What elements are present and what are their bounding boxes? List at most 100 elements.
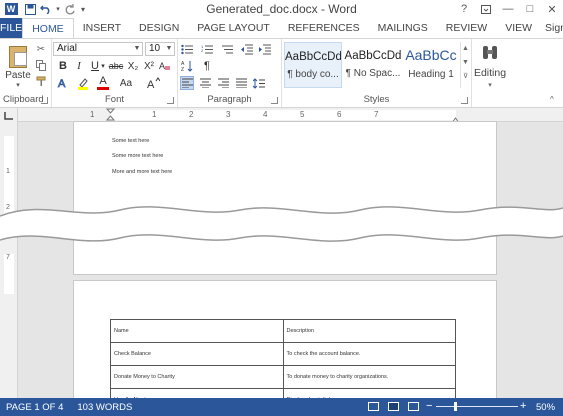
ruler-margin-area [110, 110, 456, 120]
font-launcher-icon[interactable] [167, 97, 174, 104]
table-cell[interactable]: To check the account balance. [282, 342, 456, 366]
title-bar: W ▾ ▾ Generated_doc.docx - Word ? — □ ✕ [0, 0, 563, 18]
ruler-tick: 1 [152, 110, 157, 119]
table-cell[interactable]: To donate money to charity organizations… [282, 365, 456, 389]
window-controls: ? — □ ✕ [453, 0, 563, 18]
table-cell[interactable]: Name [110, 319, 284, 343]
tab-references[interactable]: REFERENCES [279, 18, 369, 38]
highlight-icon[interactable] [76, 76, 90, 90]
show-formatting-icon[interactable]: ¶ [200, 59, 214, 73]
font-size-box[interactable]: 10 ▼ [145, 42, 175, 56]
maximize-button[interactable]: □ [519, 0, 541, 18]
zoom-slider[interactable] [436, 406, 518, 407]
change-case-button[interactable]: Aa [116, 76, 136, 90]
zoom-level[interactable]: 50% [536, 402, 555, 413]
document-paragraph[interactable]: Some more text here [112, 153, 163, 159]
svg-text:2: 2 [201, 48, 204, 53]
zoom-in-button[interactable]: + [520, 400, 526, 412]
font-color-button[interactable]: A [96, 76, 110, 90]
sort-icon[interactable]: AZ [180, 59, 194, 73]
clipboard-launcher-icon[interactable] [41, 97, 48, 104]
collapse-ribbon-icon[interactable]: ^ [550, 95, 554, 104]
tab-page-layout[interactable]: PAGE LAYOUT [188, 18, 279, 38]
print-layout-icon[interactable] [388, 402, 399, 411]
web-layout-icon[interactable] [408, 402, 419, 411]
copy-icon[interactable] [34, 58, 48, 72]
document-page-2[interactable]: Name Description Check Balance To check … [73, 280, 497, 412]
align-left-icon[interactable] [180, 76, 194, 90]
underline-dropdown-icon[interactable]: ▾ [99, 59, 107, 73]
decrease-indent-icon[interactable] [240, 42, 254, 56]
tab-home[interactable]: HOME [22, 18, 74, 38]
word-count[interactable]: 103 WORDS [63, 402, 132, 413]
vertical-ruler-tick: 1 [6, 168, 10, 175]
svg-text:A: A [58, 78, 66, 89]
font-name-box[interactable]: Arial ▼ [53, 42, 143, 56]
style-body-copy[interactable]: AaBbCcDd ¶ body co... [284, 42, 342, 88]
document-paragraph[interactable]: Some text here [112, 138, 149, 144]
justify-icon[interactable] [234, 76, 248, 90]
minimize-button[interactable]: — [497, 0, 519, 18]
table-cell[interactable]: Check Balance [110, 342, 284, 366]
table-row: Check Balance To check the account balan… [110, 342, 456, 366]
help-button[interactable]: ? [453, 0, 475, 18]
grow-font-icon[interactable]: A [146, 76, 160, 90]
svg-text:A: A [159, 61, 165, 71]
font-size-dropdown-icon[interactable]: ▼ [164, 43, 174, 55]
paste-icon [7, 43, 29, 69]
tab-review[interactable]: REVIEW [437, 18, 496, 38]
paragraph-launcher-icon[interactable] [271, 97, 278, 104]
read-mode-icon[interactable] [368, 402, 379, 411]
tab-view[interactable]: VIEW [496, 18, 541, 38]
align-center-icon[interactable] [198, 76, 212, 90]
text-effects-icon[interactable]: A [56, 76, 70, 90]
style-heading-1[interactable]: AaBbCc Heading 1 [402, 42, 460, 88]
paragraph-group: 12 AZ ¶ Paragraph [178, 39, 282, 107]
vertical-ruler: 1 2 7 [0, 108, 18, 398]
italic-button[interactable]: I [72, 59, 86, 73]
tab-selector-icon[interactable] [3, 111, 14, 120]
cut-icon[interactable]: ✂ [34, 42, 48, 56]
styles-scroll[interactable]: ▲ ▼ ⊽ [460, 42, 470, 88]
font-color-swatch [97, 87, 109, 90]
font-size-value: 10 [149, 43, 161, 54]
tab-design[interactable]: DESIGN [130, 18, 188, 38]
strikethrough-button[interactable]: abc [107, 59, 125, 73]
ruler-tick: 4 [263, 110, 268, 119]
subscript-button[interactable]: X₂ [126, 59, 140, 73]
numbering-icon[interactable]: 12 [200, 42, 214, 56]
page-count[interactable]: PAGE 1 OF 4 [0, 402, 63, 413]
indent-marker-icon[interactable] [105, 108, 116, 122]
ribbon-display-options-icon[interactable] [475, 0, 497, 18]
zoom-slider-thumb[interactable] [454, 402, 457, 411]
paste-button[interactable]: Paste ▾ [4, 43, 32, 89]
zoom-out-button[interactable]: − [426, 400, 432, 412]
superscript-button[interactable]: X² [142, 59, 156, 73]
line-spacing-icon[interactable] [252, 76, 266, 90]
multilevel-list-icon[interactable] [220, 42, 234, 56]
bullets-icon[interactable] [180, 42, 194, 56]
document-paragraph[interactable]: More and more text here [112, 169, 172, 175]
tab-mailings[interactable]: MAILINGS [369, 18, 437, 38]
font-name-value: Arial [57, 43, 78, 54]
tab-sign-in[interactable]: Sign [541, 18, 563, 38]
editing-dropdown-icon: ▾ [488, 82, 492, 89]
torn-page-divider [0, 206, 563, 242]
table-cell[interactable]: Donate Money to Charity [110, 365, 284, 389]
table-cell[interactable]: Description [282, 319, 456, 343]
close-button[interactable]: ✕ [541, 0, 563, 18]
ruler-tick: 5 [300, 110, 305, 119]
increase-indent-icon[interactable] [258, 42, 272, 56]
bold-button[interactable]: B [56, 59, 70, 73]
format-painter-icon[interactable] [34, 74, 48, 88]
font-name-dropdown-icon[interactable]: ▼ [132, 43, 142, 55]
style-no-spacing[interactable]: AaBbCcDd ¶ No Spac... [344, 42, 402, 88]
clear-formatting-icon[interactable]: A [158, 59, 172, 73]
horizontal-ruler: 1 1 2 3 4 5 6 7 [18, 108, 563, 124]
align-right-icon[interactable] [216, 76, 230, 90]
editing-group[interactable]: Editing ▾ [472, 39, 508, 107]
font-color-letter: A [99, 75, 107, 87]
tab-insert[interactable]: INSERT [74, 18, 130, 38]
tab-file[interactable]: FILE [0, 18, 23, 38]
styles-launcher-icon[interactable] [461, 97, 468, 104]
